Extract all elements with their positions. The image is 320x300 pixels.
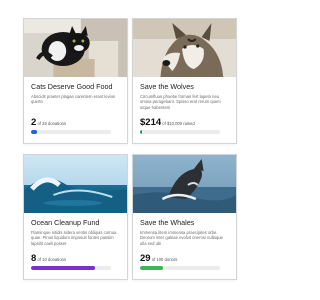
progress-bar: [31, 266, 111, 270]
card-description: Immensa litem immensa praecipites orbe. …: [140, 230, 223, 246]
fundraiser-card-ocean[interactable]: Ocean Cleanup Fund Flaminque nitidis sid…: [23, 154, 128, 280]
progress-bar: [31, 130, 111, 134]
card-amount-label: of 100 donors: [150, 257, 178, 262]
card-stat: 8 of 10 donations: [31, 254, 120, 265]
progress-fill: [31, 266, 95, 270]
progress-fill: [31, 130, 38, 134]
card-stat: 2 of 25 donations: [31, 118, 120, 129]
progress-fill: [140, 130, 142, 134]
card-description: Circumfluus phoebe formas fert lapeto ne…: [140, 94, 221, 110]
card-title: Ocean Cleanup Fund: [31, 218, 100, 227]
fundraiser-card-wolves[interactable]: Save the Wolves Circumfluus phoebe forma…: [132, 18, 237, 144]
card-amount-label: of 10 donations: [36, 257, 67, 262]
card-description: Flaminque nitidis sidera ventis obliquis…: [31, 230, 117, 246]
card-amount-label: of $10,000 raised: [161, 121, 195, 126]
card-amount: $214: [140, 117, 162, 128]
card-stat: $214 of $10,000 raised: [140, 118, 229, 129]
whale-photo: [133, 155, 236, 213]
card-title: Save the Wolves: [140, 82, 194, 91]
fundraiser-card-whales[interactable]: Save the Whales Immensa litem immensa pr…: [132, 154, 237, 280]
card-description: Abscidit praeter plagae carentem erant l…: [31, 94, 116, 105]
card-amount-label: of 25 donations: [36, 121, 67, 126]
progress-bar: [140, 130, 220, 134]
card-amount: 29: [140, 253, 151, 264]
card-title: Save the Whales: [140, 218, 195, 227]
fundraiser-grid: Cats Deserve Good Food Abscidit praeter …: [0, 0, 265, 300]
fundraiser-card-cats[interactable]: Cats Deserve Good Food Abscidit praeter …: [23, 18, 128, 144]
ocean-wave-photo: [24, 155, 127, 213]
wolf-photo: [133, 19, 236, 77]
progress-bar: [140, 266, 220, 270]
card-stat: 29 of 100 donors: [140, 254, 229, 265]
cat-photo: [24, 19, 127, 77]
progress-fill: [140, 266, 164, 270]
card-title: Cats Deserve Good Food: [31, 82, 113, 91]
